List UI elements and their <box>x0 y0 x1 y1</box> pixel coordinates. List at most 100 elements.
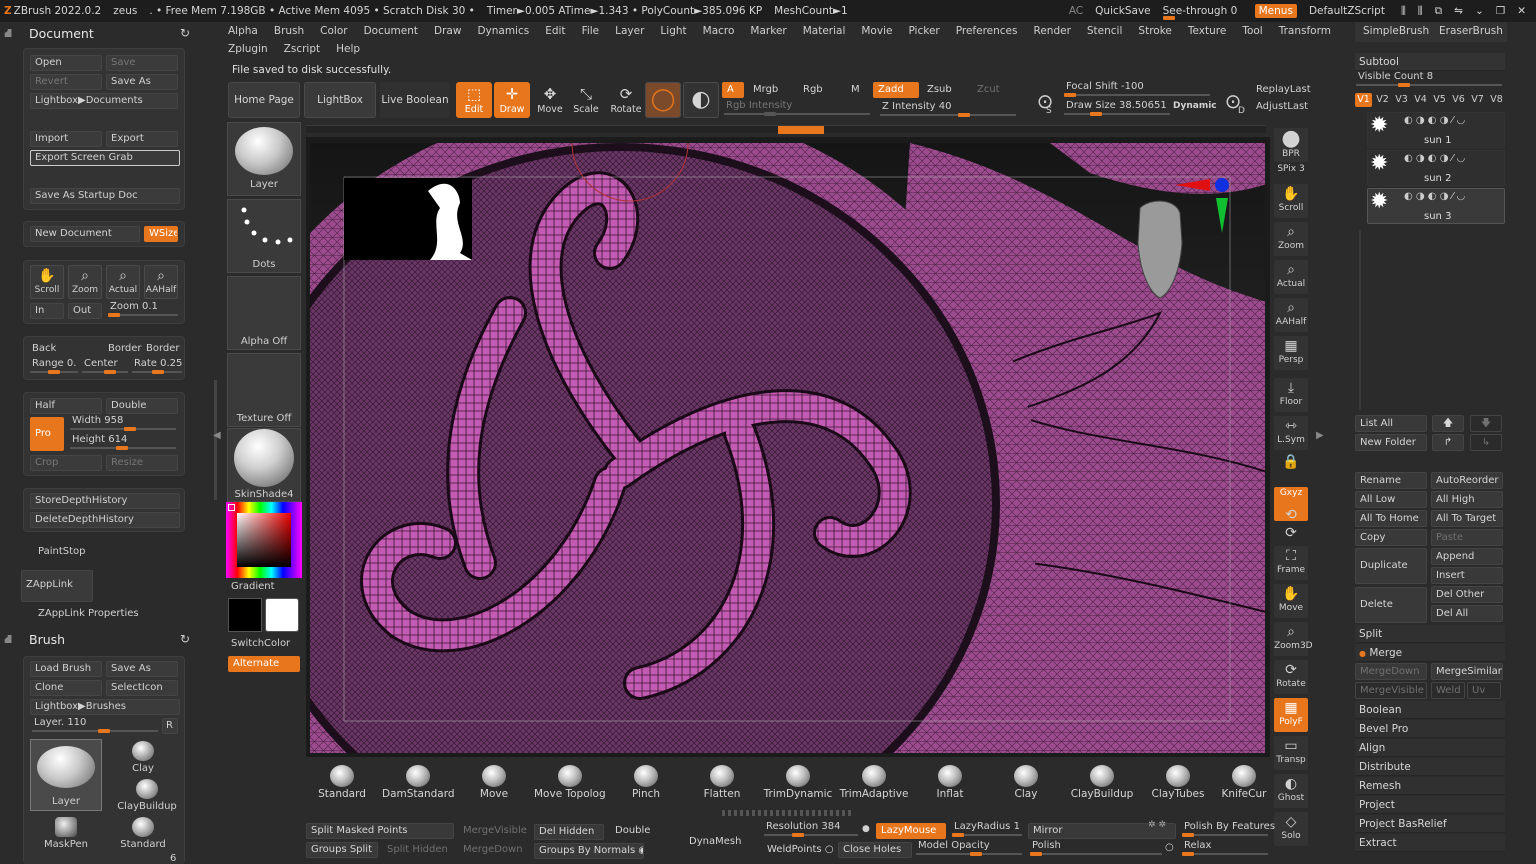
copy-button[interactable]: Copy <box>1355 529 1427 546</box>
dynamic-button[interactable]: Dynamic <box>1173 101 1217 111</box>
bpr-button[interactable]: ● BPR <box>1274 128 1308 162</box>
save-button[interactable]: Save <box>106 55 178 71</box>
clone-button[interactable]: Clone <box>30 680 102 696</box>
menu-preferences[interactable]: Preferences <box>948 22 1026 40</box>
version-tab-v1[interactable]: V1 <box>1355 93 1372 107</box>
double-button[interactable]: Double <box>106 398 178 414</box>
zoom-knob[interactable] <box>108 313 120 317</box>
menus-button[interactable]: Menus <box>1254 4 1297 18</box>
simplebrush-button[interactable]: SimpleBrush <box>1363 25 1429 37</box>
quicksave-button[interactable]: QuickSave <box>1095 5 1150 17</box>
m-button[interactable]: M <box>846 82 868 98</box>
subtool-item[interactable]: ✹ ◐ ◑ ◐ ◑ ⁄ ◡ sun 3 <box>1367 188 1505 224</box>
draw-button[interactable]: ✛ Draw <box>494 82 530 118</box>
layout-icon[interactable]: ⫼ <box>1401 5 1406 18</box>
del-hidden-button[interactable]: Del Hidden <box>534 824 604 840</box>
version-tab-v6[interactable]: V6 <box>1450 93 1467 107</box>
pro-button[interactable]: Pro <box>30 417 64 451</box>
mirror-options-icon[interactable]: ✲ ✲ <box>1148 820 1166 830</box>
scale-button[interactable]: ⤡ Scale <box>568 82 604 118</box>
resolution-knob[interactable] <box>792 833 804 837</box>
load-brush-button[interactable]: Load Brush <box>30 661 102 677</box>
subtool-scrollbar[interactable] <box>1359 230 1361 410</box>
brush-trimadaptive[interactable]: TrimAdaptive <box>838 764 910 800</box>
material-sphere-button[interactable]: ◯ <box>645 82 681 118</box>
brush-slot[interactable]: Layer <box>227 122 301 196</box>
zoom3d-button[interactable]: ⌕ Zoom3D <box>1274 622 1313 656</box>
main-color-swatch[interactable] <box>228 598 262 632</box>
secondary-color-swatch[interactable] <box>265 598 299 632</box>
list-all-button[interactable]: List All <box>1355 415 1427 432</box>
half-button[interactable]: Half <box>30 398 102 414</box>
insert-button[interactable]: Insert <box>1431 567 1503 584</box>
mergevisible-button[interactable]: MergeVisible <box>458 823 530 839</box>
menu-macro[interactable]: Macro <box>695 22 743 40</box>
version-tab-v4[interactable]: V4 <box>1412 93 1429 107</box>
document-canvas[interactable] <box>310 143 1265 753</box>
stroke-slot[interactable]: Dots <box>227 199 301 273</box>
center-knob[interactable] <box>104 370 116 374</box>
menu-zscript[interactable]: Zscript <box>276 40 328 58</box>
mergedown-button[interactable]: MergeDown <box>1355 663 1427 680</box>
model-opacity-knob[interactable] <box>970 852 982 856</box>
texture-slot[interactable]: Texture Off <box>227 353 301 427</box>
version-tab-v3[interactable]: V3 <box>1393 93 1410 107</box>
timeline-strip[interactable] <box>306 125 1266 134</box>
focal-shift-slider[interactable]: Focal Shift -100 <box>1062 81 1212 97</box>
zoom-out-button[interactable]: Out <box>68 303 102 319</box>
scroll-button[interactable]: ✋ Scroll <box>30 265 64 299</box>
ac-label[interactable]: AC <box>1069 5 1083 17</box>
standard-brush[interactable]: Standard <box>110 815 176 851</box>
merge-section-header[interactable]: ● Merge <box>1355 644 1505 662</box>
shelf-grip[interactable] <box>722 810 852 816</box>
subtool-toggles-icon[interactable]: ◐ ◑ ◐ ◑ ⁄ ◡ <box>1404 191 1465 202</box>
zsub-button[interactable]: Zsub <box>922 82 968 98</box>
layer-slider[interactable]: Layer. 110 <box>30 717 160 733</box>
material-slot[interactable]: SkinShade4 <box>227 428 301 502</box>
document-panel-title[interactable]: Document <box>29 26 94 41</box>
visible-count-slider[interactable]: Visible Count 8 <box>1354 71 1504 87</box>
persp-button[interactable]: ▦ Persp <box>1274 336 1308 370</box>
back-button[interactable]: Back <box>32 343 56 354</box>
rgb-intensity-slider[interactable]: Rgb Intensity <box>722 100 872 116</box>
focal-shift-knob[interactable] <box>1064 93 1076 97</box>
menu-render[interactable]: Render <box>1026 22 1079 40</box>
resize-button[interactable]: Resize <box>106 455 178 471</box>
ghost-button[interactable]: ◐ Ghost <box>1274 774 1308 808</box>
menu-texture[interactable]: Texture <box>1180 22 1234 40</box>
double-button-bottom[interactable]: Double <box>610 823 680 839</box>
lazyradius-slider[interactable]: LazyRadius 1 <box>950 821 1024 837</box>
menu-zplugin[interactable]: Zplugin <box>220 40 276 58</box>
height-slider[interactable]: Height 614 <box>68 434 178 450</box>
a-button[interactable]: A <box>722 82 744 98</box>
zadd-button[interactable]: Zadd <box>873 82 919 98</box>
brush-refresh-icon[interactable]: ↻ <box>180 632 190 646</box>
minimize-icon[interactable]: ⌄ <box>1475 5 1484 17</box>
collapse-right-icon[interactable]: ▶ <box>1316 430 1324 441</box>
visible-count-knob[interactable] <box>1398 83 1410 87</box>
mergedown-button-bottom[interactable]: MergeDown <box>458 842 530 858</box>
menu-dynamics[interactable]: Dynamics <box>469 22 537 40</box>
subtool-item[interactable]: ✹ ◐ ◑ ◐ ◑ ⁄ ◡ sun 1 <box>1367 112 1505 148</box>
switchcolor-button[interactable]: SwitchColor <box>231 638 290 649</box>
l-sym-button[interactable]: ⇿ L.Sym <box>1274 416 1308 450</box>
revert-button[interactable]: Revert <box>30 74 102 90</box>
brush-claytubes[interactable]: ClayTubes <box>1142 764 1214 800</box>
adjustlast-button[interactable]: AdjustLast <box>1256 101 1308 112</box>
maskpen-brush[interactable]: MaskPen <box>30 815 102 851</box>
brush-knifecur[interactable]: KnifeCur <box>1218 764 1270 800</box>
brush-damstandard[interactable]: DamStandard <box>382 764 454 800</box>
select-icon-button[interactable]: SelectIcon <box>106 680 178 696</box>
brush-save-as-button[interactable]: Save As <box>106 661 178 677</box>
zapplink-properties-label[interactable]: ZAppLink Properties <box>38 608 139 619</box>
draw-size-knob[interactable] <box>1090 112 1102 116</box>
split-icon[interactable]: ⧉ <box>1435 5 1443 18</box>
actual-button[interactable]: ⌕ Actual <box>106 265 140 299</box>
append-button[interactable]: Append <box>1431 548 1503 565</box>
brush-trimdynamic[interactable]: TrimDynamic <box>762 764 834 800</box>
lazymouse-button[interactable]: LazyMouse <box>876 823 946 839</box>
menu-color[interactable]: Color <box>312 22 355 40</box>
rgb-intensity-knob[interactable] <box>764 112 776 116</box>
frame-button[interactable]: ⛶ Frame <box>1274 546 1308 580</box>
brush-move[interactable]: Move <box>458 764 530 800</box>
